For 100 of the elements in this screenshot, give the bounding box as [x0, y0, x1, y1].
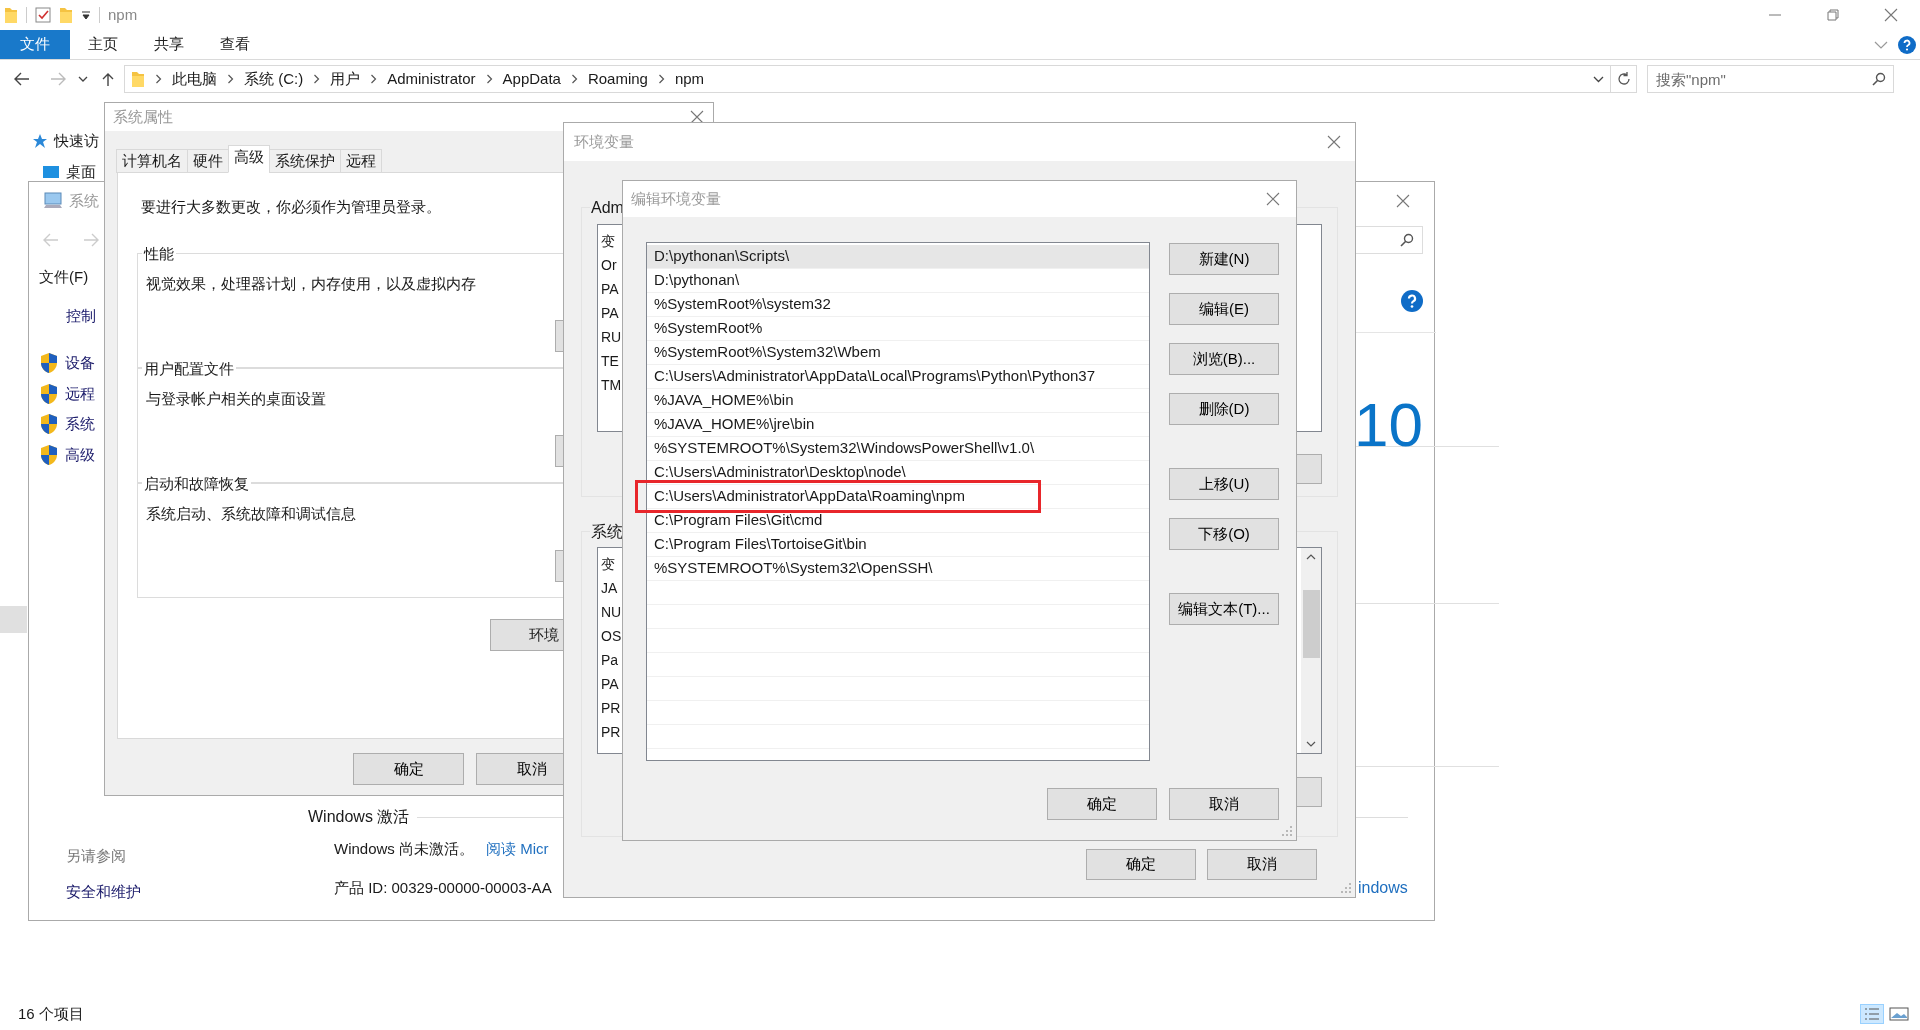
- tab[interactable]: 系统保护: [269, 149, 341, 173]
- help-icon[interactable]: [1401, 290, 1423, 312]
- list-row-text: OS: [601, 626, 622, 646]
- ribbon-tab[interactable]: 共享: [136, 30, 202, 59]
- breadcrumb-item[interactable]: Roaming: [587, 67, 648, 91]
- ok-button[interactable]: 确定: [1086, 849, 1196, 880]
- ok-button[interactable]: 确定: [1047, 788, 1157, 820]
- close-icon[interactable]: [1266, 192, 1280, 206]
- activation-link[interactable]: 阅读 Micr: [486, 838, 549, 861]
- folder-icon: [4, 6, 18, 24]
- column-header: 变: [601, 554, 615, 574]
- dropdown-icon[interactable]: [81, 10, 91, 20]
- scrollbar[interactable]: [1301, 548, 1321, 753]
- ribbon-tab[interactable]: 文件: [0, 30, 70, 59]
- shield-icon: [39, 443, 59, 466]
- breadcrumb-item[interactable]: AppData: [502, 67, 561, 91]
- list-row-text: PR: [601, 698, 621, 718]
- dialog-button[interactable]: 上移(U): [1169, 468, 1279, 500]
- back-arrow-icon[interactable]: [14, 72, 30, 86]
- up-arrow-icon[interactable]: [102, 71, 114, 87]
- task-link[interactable]: 远程: [65, 382, 95, 405]
- dialog-button[interactable]: 删除(D): [1169, 393, 1279, 425]
- computer-icon: [43, 192, 63, 210]
- chevron-icon: [570, 74, 578, 84]
- search-icon[interactable]: [1400, 233, 1414, 247]
- list-row[interactable]: D:\pythonan\Scripts\: [647, 245, 1149, 269]
- chevron-down-icon[interactable]: [1593, 75, 1604, 83]
- dialog-button[interactable]: 编辑文本(T)...: [1169, 593, 1279, 625]
- list-row-text: PR: [601, 722, 621, 742]
- chevron-down-icon[interactable]: [78, 75, 88, 83]
- activation-link[interactable]: indows: [1358, 879, 1408, 896]
- close-icon[interactable]: [1884, 8, 1898, 22]
- group-description: 视觉效果，处理器计划，内存使用，以及虚拟内存: [146, 275, 476, 292]
- tab[interactable]: 远程: [340, 149, 382, 173]
- refresh-button[interactable]: [1611, 65, 1637, 93]
- group-description: 与登录帐户相关的桌面设置: [146, 390, 326, 407]
- search-field[interactable]: 搜索"npm": [1647, 65, 1894, 93]
- column-header: 变: [601, 231, 615, 251]
- resize-grip-icon[interactable]: [1340, 882, 1352, 894]
- chevron-icon: [313, 74, 321, 84]
- refresh-icon: [1616, 72, 1631, 86]
- nav-link[interactable]: 安全和维护: [66, 883, 141, 900]
- close-icon[interactable]: [1396, 194, 1410, 208]
- nav-selection: [0, 606, 27, 633]
- shield-icon: [39, 382, 59, 405]
- restore-icon: [1827, 9, 1839, 21]
- scroll-thumb[interactable]: [1302, 590, 1320, 658]
- shield-icon: [39, 352, 59, 375]
- path-list[interactable]: [646, 242, 1150, 761]
- dialog-button[interactable]: 浏览(B)...: [1169, 343, 1279, 375]
- chevron-icon: [485, 74, 493, 84]
- desktop-icon: [42, 164, 60, 179]
- chevron-icon: [155, 74, 162, 84]
- task-link[interactable]: 高级: [65, 443, 95, 466]
- dialog-button[interactable]: 新建(N): [1169, 243, 1279, 275]
- group-description: 系统启动、系统故障和调试信息: [146, 505, 356, 522]
- cancel-button[interactable]: 取消: [1207, 849, 1317, 880]
- chevron-icon: [227, 74, 234, 84]
- scroll-up-icon[interactable]: [1306, 554, 1316, 560]
- help-icon[interactable]: [1898, 35, 1916, 54]
- ribbon-tab[interactable]: 查看: [202, 30, 268, 59]
- close-icon[interactable]: [1327, 135, 1341, 149]
- task-link[interactable]: 设备: [65, 352, 95, 375]
- window-title: npm: [108, 4, 138, 25]
- breadcrumb-item[interactable]: 此电脑: [172, 67, 217, 91]
- cancel-button[interactable]: 取消: [1169, 788, 1279, 820]
- list-row-text: JA: [601, 578, 618, 598]
- nav-item[interactable]: 桌面: [66, 160, 96, 183]
- thumbnail-view-icon[interactable]: [1888, 1004, 1910, 1024]
- tab[interactable]: 计算机名: [116, 149, 188, 173]
- ribbon-tab[interactable]: 主页: [70, 30, 136, 59]
- ok-button[interactable]: 确定: [353, 753, 464, 785]
- dialog-button[interactable]: 下移(O): [1169, 518, 1279, 550]
- notice-text: 要进行大多数更改，你必须作为管理员登录。: [141, 198, 441, 215]
- nav-link[interactable]: 控制: [66, 307, 96, 324]
- list-row-text: NU: [601, 602, 622, 622]
- resize-grip-icon[interactable]: [1281, 825, 1293, 837]
- checkbox-icon[interactable]: [35, 7, 51, 23]
- list-row-text: PA: [601, 674, 619, 694]
- task-link[interactable]: 系统: [65, 413, 95, 436]
- window-title: 系统: [69, 190, 99, 211]
- breadcrumb-item[interactable]: 系统 (C:): [244, 67, 304, 91]
- breadcrumb-item[interactable]: Administrator: [387, 67, 476, 91]
- breadcrumb-item[interactable]: 用户: [330, 67, 361, 91]
- tab[interactable]: 高级: [228, 145, 270, 173]
- dialog-button[interactable]: 编辑(E): [1169, 293, 1279, 325]
- menu-item[interactable]: 文件(F): [39, 265, 89, 289]
- close-icon[interactable]: [690, 110, 704, 124]
- list-row-text: Or: [601, 255, 617, 275]
- nav-item[interactable]: 快速访: [54, 130, 99, 153]
- folder-icon: [131, 70, 145, 88]
- scroll-down-icon[interactable]: [1306, 741, 1316, 747]
- activation-status: Windows 尚未激活。: [334, 839, 475, 859]
- chevron-icon: [370, 74, 378, 84]
- address-bar[interactable]: 此电脑 系统 (C:) 用户 Administrator AppData Roaming npm: [124, 65, 1611, 93]
- breadcrumb-item[interactable]: npm: [674, 67, 705, 91]
- search-icon[interactable]: [1872, 72, 1886, 86]
- list-row-text: Pa: [601, 650, 619, 670]
- section-heading: Windows 激活: [308, 807, 410, 827]
- product-id: 产品 ID: 00329-00000-00003-AA: [334, 879, 552, 896]
